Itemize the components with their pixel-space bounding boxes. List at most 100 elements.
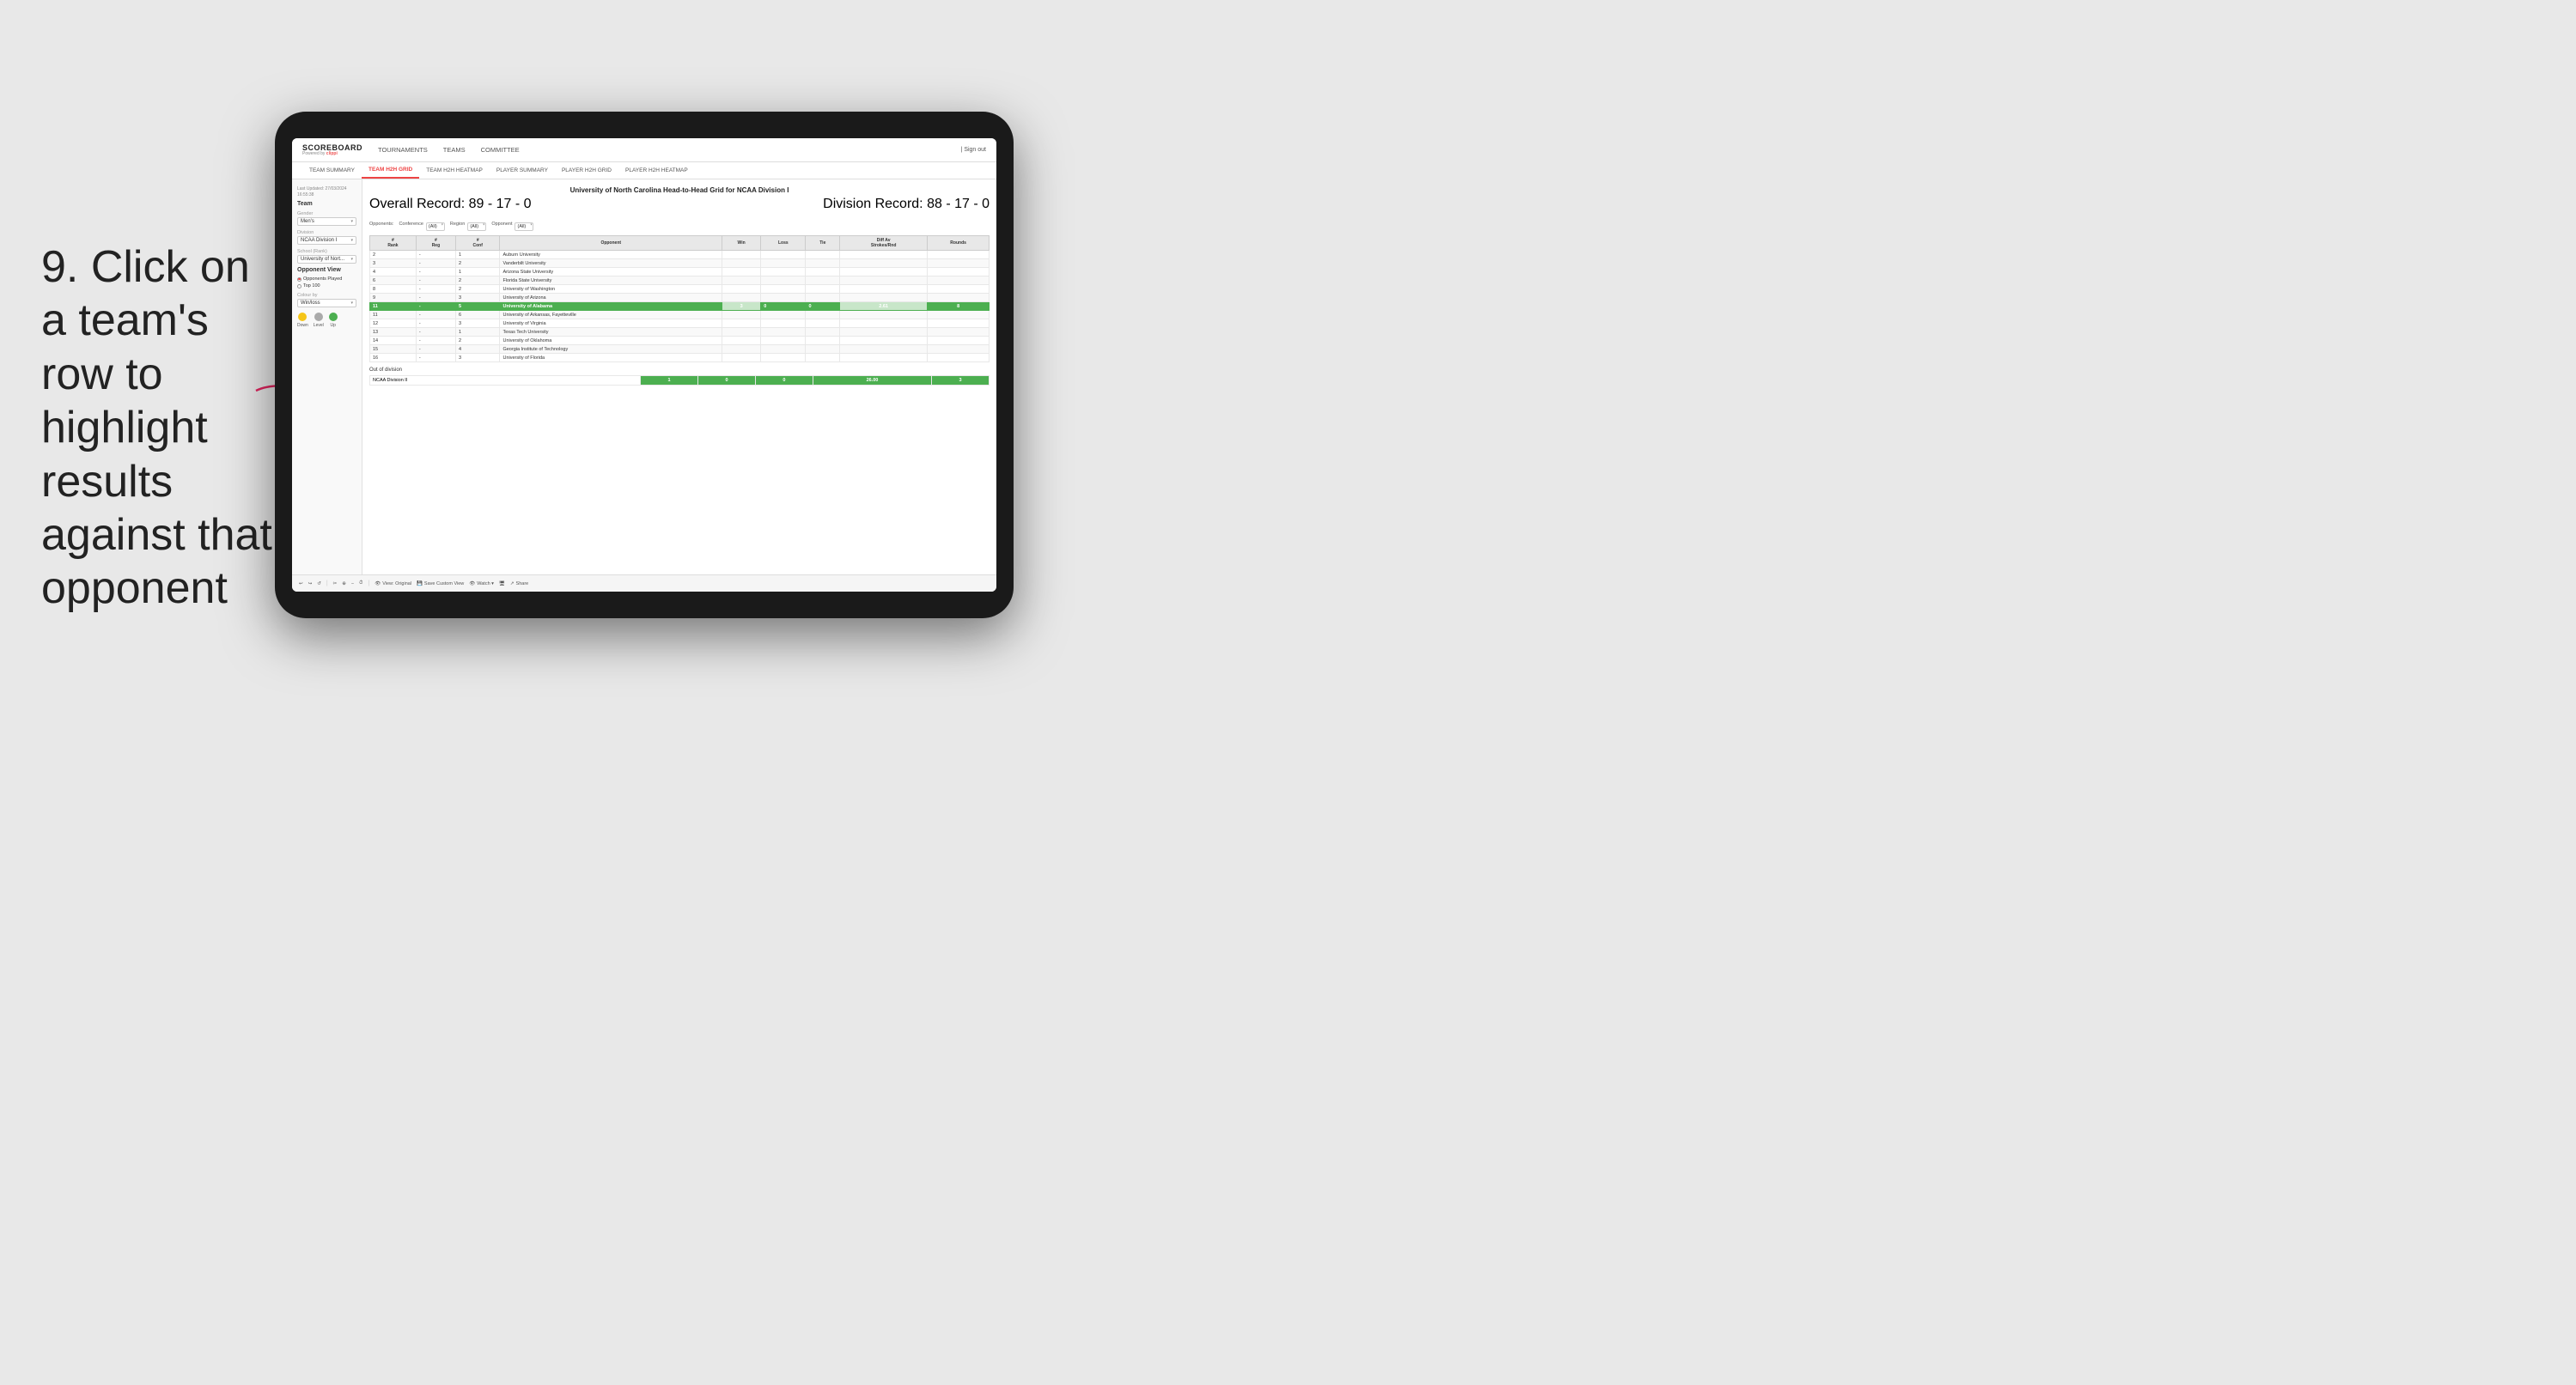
cell-rounds	[928, 251, 990, 259]
legend-dot-up	[329, 313, 338, 321]
cell-win	[722, 259, 761, 268]
cell-diff	[840, 251, 928, 259]
cell-diff	[840, 328, 928, 337]
opponent-select-wrap: (All)	[515, 216, 533, 232]
cell-rank: 8	[370, 285, 417, 294]
view-original-btn[interactable]: 👁 View: Original	[375, 581, 411, 586]
table-row[interactable]: 3-2Vanderbilt University	[370, 259, 990, 268]
school-dropdown[interactable]: University of Nort...	[297, 255, 356, 264]
table-row[interactable]: 2-1Auburn University	[370, 251, 990, 259]
table-row[interactable]: 16-3University of Florida	[370, 354, 990, 362]
cell-rounds	[928, 319, 990, 328]
table-row[interactable]: 11-5University of Alabama3002.618	[370, 302, 990, 311]
sign-out-link[interactable]: Sign out	[964, 147, 986, 153]
table-row[interactable]: 9-3University of Arizona	[370, 294, 990, 302]
table-row[interactable]: 8-2University of Washington	[370, 285, 990, 294]
main-content: Last Updated: 27/03/2024 16:55:38 Team G…	[292, 179, 996, 574]
cell-loss	[761, 294, 806, 302]
cell-rank: 14	[370, 337, 417, 345]
tab-player-h2h-grid[interactable]: PLAYER H2H GRID	[555, 162, 618, 179]
table-row[interactable]: 4-1Arizona State University	[370, 268, 990, 276]
toolbar-sep1: |	[326, 580, 328, 586]
radio-opponents-label: Opponents Played	[303, 276, 342, 282]
division-dropdown[interactable]: NCAA Division I	[297, 236, 356, 245]
cell-conf: 1	[455, 251, 500, 259]
radio-top100-label: Top 100	[303, 283, 320, 289]
undo-btn[interactable]: ↩	[299, 581, 303, 586]
overall-record: Overall Record: 89 - 17 - 0	[369, 197, 532, 212]
cell-reg: -	[416, 345, 455, 354]
watch-btn[interactable]: 👁 Watch ▾	[469, 581, 494, 586]
cell-loss	[761, 285, 806, 294]
cell-rounds	[928, 345, 990, 354]
table-row[interactable]: 11-6University of Arkansas, Fayetteville	[370, 311, 990, 319]
tablet-screen: SCOREBOARD Powered by clippi TOURNAMENTS…	[292, 138, 996, 592]
sub-navigation: TEAM SUMMARY TEAM H2H GRID TEAM H2H HEAT…	[292, 162, 996, 179]
cell-conf: 3	[455, 294, 500, 302]
cell-conf: 2	[455, 276, 500, 285]
col-rounds: Rounds	[928, 236, 990, 251]
cell-opponent: University of Arkansas, Fayetteville	[500, 311, 722, 319]
nav-committee[interactable]: COMMITTEE	[479, 146, 521, 154]
save-custom-btn[interactable]: 💾 Save Custom View	[417, 581, 464, 586]
back-btn[interactable]: ↺	[317, 581, 321, 586]
sign-out-area: | Sign out	[961, 147, 986, 153]
last-updated-time: 16:55:38	[297, 192, 314, 197]
table-row[interactable]: 12-3University of Virginia	[370, 319, 990, 328]
last-updated-label: Last Updated: 27/03/2024	[297, 186, 347, 191]
cell-rank: 15	[370, 345, 417, 354]
gender-dropdown[interactable]: Men's	[297, 217, 356, 226]
cell-rank: 2	[370, 251, 417, 259]
radio-dot-opponents	[297, 277, 301, 282]
paste-btn[interactable]: ⊕	[342, 581, 346, 586]
region-select[interactable]: (All)	[467, 222, 486, 231]
share-label: Share	[516, 581, 529, 586]
table-row[interactable]: 15-4Georgia Institute of Technology	[370, 345, 990, 354]
legend-level-label: Level	[314, 323, 324, 328]
view-original-label: View: Original	[382, 581, 411, 586]
cell-reg: -	[416, 294, 455, 302]
cell-opponent: Texas Tech University	[500, 328, 722, 337]
cell-rank: 6	[370, 276, 417, 285]
tab-team-h2h-grid[interactable]: TEAM H2H GRID	[362, 162, 419, 179]
nav-teams[interactable]: TEAMS	[442, 146, 467, 154]
colour-by-dropdown[interactable]: Win/loss	[297, 299, 356, 307]
cell-rounds: 8	[928, 302, 990, 311]
table-row[interactable]: 14-2University of Oklahoma	[370, 337, 990, 345]
clock-btn[interactable]: ⏱	[359, 580, 362, 586]
tablet-device: SCOREBOARD Powered by clippi TOURNAMENTS…	[275, 112, 1014, 618]
out-div-loss: 0	[698, 376, 756, 386]
nav-tournaments[interactable]: TOURNAMENTS	[376, 146, 429, 154]
cell-loss	[761, 337, 806, 345]
scissors-btn[interactable]: ✂	[333, 581, 338, 586]
cell-reg: -	[416, 319, 455, 328]
cell-opponent: University of Washington	[500, 285, 722, 294]
out-of-division-table: NCAA Division II 1 0 0 26.00 3	[369, 375, 990, 386]
sidebar: Last Updated: 27/03/2024 16:55:38 Team G…	[292, 179, 362, 574]
toolbar-sep2: |	[368, 580, 369, 586]
out-div-row[interactable]: NCAA Division II 1 0 0 26.00 3	[370, 376, 990, 386]
logo-area: SCOREBOARD Powered by clippi	[302, 144, 362, 156]
cell-loss	[761, 319, 806, 328]
minus-btn[interactable]: −	[351, 581, 354, 586]
redo-btn[interactable]: ↪	[308, 581, 313, 586]
table-row[interactable]: 6-2Florida State University	[370, 276, 990, 285]
share-btn[interactable]: ↗ Share	[510, 581, 528, 586]
tab-player-summary[interactable]: PLAYER SUMMARY	[490, 162, 555, 179]
cell-rank: 11	[370, 302, 417, 311]
cell-opponent: Georgia Institute of Technology	[500, 345, 722, 354]
screen-btn[interactable]: 🖥	[499, 581, 505, 586]
cell-rounds	[928, 268, 990, 276]
table-row[interactable]: 13-1Texas Tech University	[370, 328, 990, 337]
radio-top100[interactable]: Top 100	[297, 283, 356, 289]
out-of-division-section: Out of division NCAA Division II 1 0 0 2…	[369, 368, 990, 386]
tab-team-h2h-heatmap[interactable]: TEAM H2H HEATMAP	[419, 162, 490, 179]
legend-dot-down	[298, 313, 307, 321]
cell-tie	[806, 268, 840, 276]
conference-select[interactable]: (All)	[426, 222, 445, 231]
cell-reg: -	[416, 302, 455, 311]
radio-opponents-played[interactable]: Opponents Played	[297, 276, 356, 282]
opponent-select[interactable]: (All)	[515, 222, 533, 231]
tab-player-h2h-heatmap[interactable]: PLAYER H2H HEATMAP	[618, 162, 695, 179]
tab-team-summary[interactable]: TEAM SUMMARY	[302, 162, 362, 179]
